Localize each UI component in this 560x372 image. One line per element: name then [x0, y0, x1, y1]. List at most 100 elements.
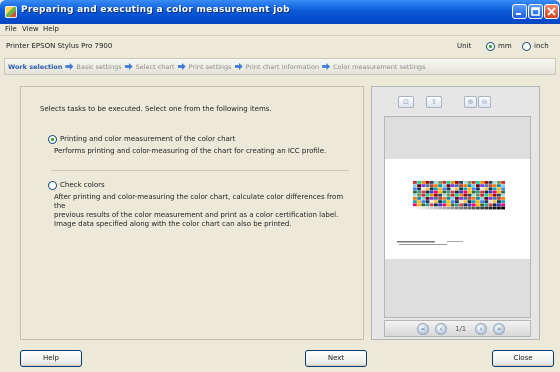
color-patch — [446, 184, 451, 187]
last-page-button[interactable]: » — [493, 323, 505, 335]
color-patch — [413, 184, 417, 187]
chart-caption-mark — [399, 244, 447, 245]
color-patch — [492, 181, 497, 184]
color-patch — [501, 203, 505, 207]
color-patch — [438, 184, 442, 187]
fit-page-button[interactable]: ⊡ — [398, 96, 414, 108]
color-patch — [442, 187, 447, 191]
next-page-button[interactable]: › — [475, 323, 487, 335]
preview-frame[interactable] — [384, 116, 531, 318]
color-patch — [450, 206, 455, 210]
color-patch — [501, 187, 505, 191]
zoom-out-button[interactable]: ⊖ — [478, 96, 491, 108]
color-patch — [488, 187, 493, 191]
option-check-colors-radio[interactable] — [48, 181, 57, 190]
color-patch — [467, 187, 472, 191]
color-patch — [450, 187, 455, 191]
color-patch — [497, 203, 501, 207]
next-button[interactable]: Next — [305, 350, 367, 367]
first-page-button[interactable]: « — [417, 323, 429, 335]
close-icon — [547, 7, 556, 16]
color-patch — [480, 200, 484, 203]
color-patch — [476, 197, 480, 200]
description-line: Image data specified along with the colo… — [54, 220, 292, 228]
minimize-icon — [516, 13, 521, 15]
color-patch — [455, 187, 459, 191]
option-print-measure-title[interactable]: Printing and color measurement of the co… — [60, 135, 235, 143]
unit-mm-radio[interactable] — [486, 42, 495, 51]
color-patch — [446, 206, 451, 210]
color-patch — [434, 197, 438, 200]
unit-mm-label: mm — [498, 42, 512, 50]
color-patch — [434, 206, 438, 210]
color-patch — [434, 193, 438, 197]
color-patch — [467, 181, 472, 184]
color-patch — [442, 197, 447, 200]
color-patch — [484, 190, 489, 194]
color-patch — [471, 184, 476, 187]
previous-page-button[interactable]: ‹ — [435, 323, 447, 335]
color-patch — [480, 187, 484, 191]
color-patch — [434, 184, 438, 187]
color-patch — [467, 184, 472, 187]
color-patch — [484, 187, 489, 191]
color-patch — [455, 203, 459, 207]
color-patch — [450, 190, 455, 194]
step-print-settings: Print settings — [188, 63, 232, 71]
color-patch — [497, 193, 501, 197]
color-patch — [492, 184, 497, 187]
unit-inch-radio[interactable] — [522, 42, 531, 51]
color-patch — [446, 190, 451, 194]
color-patch — [492, 190, 497, 194]
color-patch — [497, 181, 501, 184]
color-patch — [434, 190, 438, 194]
color-patch — [488, 190, 493, 194]
minimize-button[interactable] — [512, 4, 527, 19]
color-patch — [501, 181, 505, 184]
color-patch — [484, 200, 489, 203]
color-patch — [417, 206, 421, 210]
color-patch — [467, 197, 472, 200]
fit-page-icon: ⊡ — [403, 98, 409, 106]
color-patch — [421, 187, 426, 191]
menu-help[interactable]: Help — [43, 25, 59, 33]
color-patch — [471, 187, 476, 191]
close-button[interactable]: Close — [492, 350, 554, 367]
color-patch — [476, 181, 480, 184]
color-patch — [425, 200, 430, 203]
color-patch — [413, 193, 417, 197]
color-patch — [463, 181, 468, 184]
color-patch — [417, 190, 421, 194]
menu-view[interactable]: View — [22, 25, 39, 33]
color-chart-thumbnail — [397, 181, 505, 245]
color-patch — [425, 193, 430, 197]
maximize-button[interactable] — [528, 4, 543, 19]
color-patch — [484, 193, 489, 197]
color-patch — [417, 203, 421, 207]
color-patch — [467, 190, 472, 194]
color-patch — [455, 181, 459, 184]
color-patch — [463, 187, 468, 191]
color-patch — [471, 203, 476, 207]
color-patch — [421, 190, 426, 194]
color-patch — [459, 197, 463, 200]
color-patch — [450, 203, 455, 207]
step-arrow-icon — [234, 63, 243, 70]
color-patch — [480, 184, 484, 187]
actual-size-button[interactable]: ⇧ — [426, 96, 442, 108]
color-patch — [497, 206, 501, 210]
unit-inch-label: inch — [534, 42, 549, 50]
zoom-in-button[interactable]: ⊕ — [464, 96, 477, 108]
color-patch — [446, 200, 451, 203]
color-patch — [446, 193, 451, 197]
title-bar: Preparing and executing a color measurem… — [0, 0, 560, 24]
option-print-measure-radio[interactable] — [48, 135, 57, 144]
close-window-button[interactable] — [544, 4, 559, 19]
help-button[interactable]: Help — [20, 350, 82, 367]
color-patch — [446, 181, 451, 184]
option-check-colors-title[interactable]: Check colors — [60, 181, 105, 189]
color-patch — [450, 200, 455, 203]
menu-file[interactable]: File — [5, 25, 17, 33]
color-patch — [497, 187, 501, 191]
color-patch — [429, 197, 434, 200]
